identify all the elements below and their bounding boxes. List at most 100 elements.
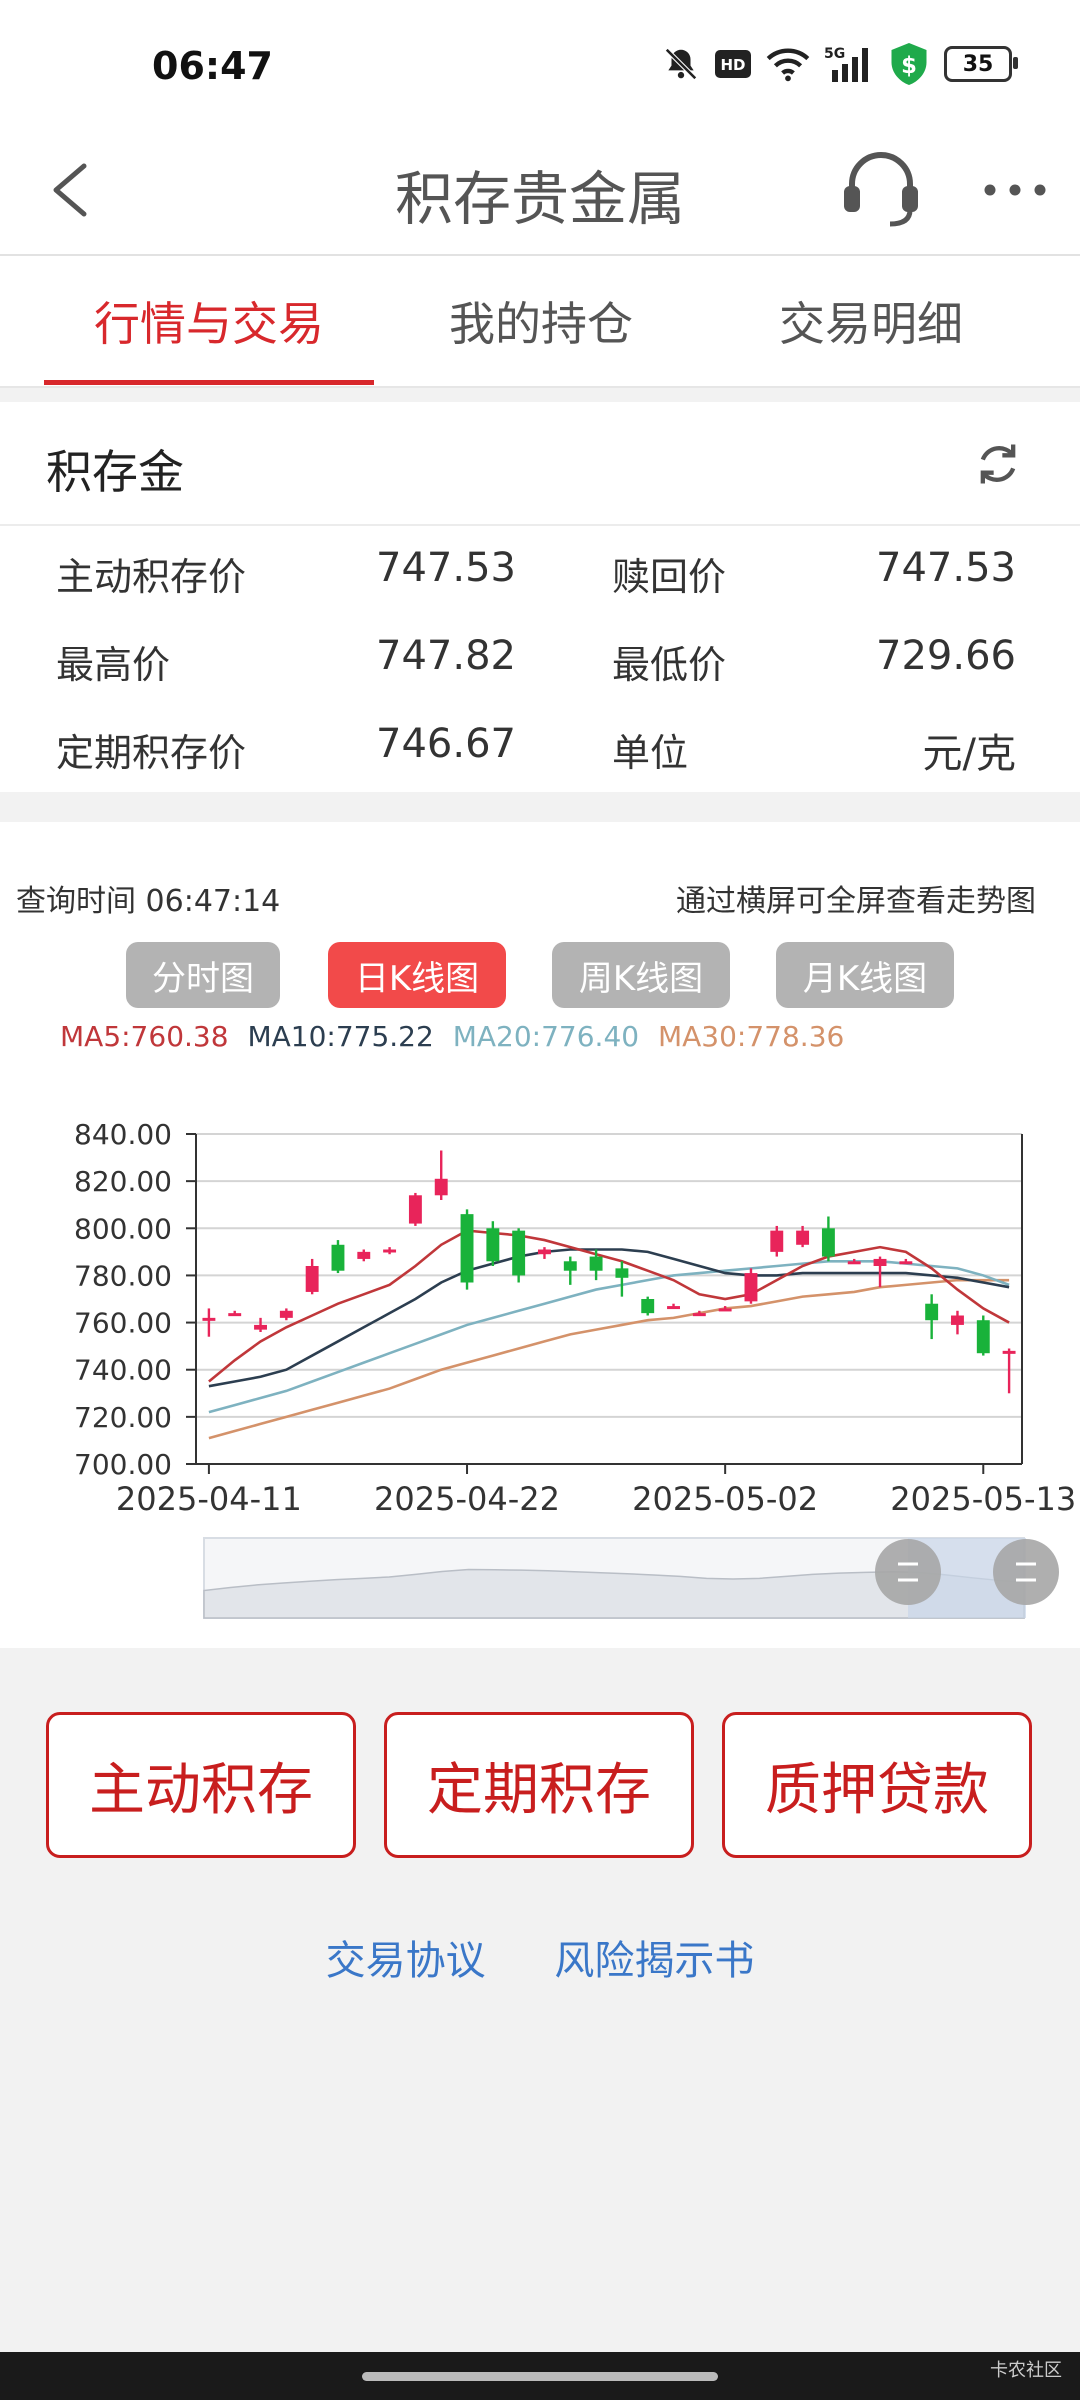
pledge-loan-button[interactable]: 质押贷款: [722, 1712, 1032, 1858]
navigation-bar: 积存贵金属: [0, 130, 1080, 256]
svg-text:$: $: [901, 53, 917, 79]
status-bar: 06:47 HD 5G $ 35: [0, 0, 1080, 130]
candle-body: [951, 1315, 964, 1325]
refresh-button[interactable]: [972, 438, 1024, 490]
y-tick-label: 740.00: [74, 1354, 172, 1387]
candle-body: [331, 1244, 345, 1271]
y-tick-label: 840.00: [74, 1118, 172, 1151]
ma10-line: [208, 1248, 1010, 1388]
y-tick-label: 720.00: [74, 1401, 172, 1434]
candle-body: [202, 1317, 216, 1321]
price-panel: 积存金 主动积存价 747.53 赎回价 747.53 最高价 747.82 最…: [0, 402, 1080, 792]
ma30-line: [208, 1278, 1010, 1440]
price-value: 747.53: [376, 545, 516, 591]
signal-5g-icon: 5G: [824, 44, 874, 84]
status-time: 06:47: [152, 44, 273, 88]
more-button[interactable]: [980, 170, 1050, 210]
candle-body: [279, 1310, 293, 1318]
more-dots-icon: [984, 184, 1046, 196]
price-row: 最高价 747.82 最低价 729.66: [0, 616, 1080, 696]
battery-icon: 35: [944, 46, 1018, 82]
active-deposit-button[interactable]: 主动积存: [46, 1712, 356, 1858]
price-value: 747.82: [376, 633, 516, 679]
candle-body: [512, 1230, 526, 1276]
price-value: 729.66: [876, 633, 1016, 679]
candle-body: [486, 1228, 500, 1262]
mute-bell-icon: [662, 45, 700, 83]
price-label: 最低价: [612, 643, 727, 687]
candle-body: [847, 1261, 861, 1265]
panel-header: 积存金: [0, 402, 1080, 526]
hd-label: HD: [720, 56, 745, 74]
x-tick-label: 2025-05-13: [890, 1480, 1076, 1518]
navigator-handle[interactable]: [993, 1539, 1059, 1605]
fixed-deposit-button[interactable]: 定期积存: [384, 1712, 694, 1858]
tab-bar: 行情与交易 我的持仓 交易明细: [0, 256, 1080, 388]
chart-card: 查询时间 06:47:14 通过横屏可全屏查看走势图 分时图 日K线图 周K线图…: [0, 822, 1080, 1648]
candle-body: [667, 1306, 680, 1310]
monthly-k-button[interactable]: 月K线图: [776, 942, 954, 1008]
price-value: 747.53: [876, 545, 1016, 591]
y-tick-label: 800.00: [74, 1212, 172, 1245]
ma10-label: MA10:775.22: [247, 1020, 434, 1053]
candle-body: [228, 1313, 242, 1317]
tab-trade-details[interactable]: 交易明细: [706, 288, 1036, 354]
x-tick-label: 2025-04-22: [374, 1480, 560, 1518]
candle-body: [821, 1228, 835, 1257]
candle-body: [692, 1313, 706, 1317]
candle-body: [357, 1251, 371, 1259]
ma5-label: MA5:760.38: [60, 1020, 229, 1053]
risk-disclosure-link[interactable]: 风险揭示书: [554, 1938, 754, 1984]
candle-body: [770, 1230, 784, 1252]
wifi-icon: [766, 46, 810, 82]
x-tick-label: 2025-04-11: [116, 1480, 302, 1518]
daily-k-line-chart[interactable]: 840.00 820.00 800.00 780.00 760.00 740.00 720.…: [0, 1082, 1080, 1642]
candle-body: [925, 1303, 939, 1321]
price-row: 主动积存价 747.53 赎回价 747.53: [0, 528, 1080, 608]
tab-my-holdings[interactable]: 我的持仓: [376, 288, 706, 354]
tab-market-trade[interactable]: 行情与交易: [44, 288, 374, 354]
price-label: 主动积存价: [56, 555, 247, 599]
candle-body: [563, 1261, 577, 1271]
ma20-line: [208, 1259, 1010, 1414]
headset-icon: [844, 152, 918, 227]
watermark: 卡农社区: [990, 2360, 1062, 2381]
weekly-k-button[interactable]: 周K线图: [552, 942, 730, 1008]
candle-body: [460, 1214, 474, 1283]
trade-agreement-link[interactable]: 交易协议: [326, 1938, 486, 1984]
candle-body: [796, 1230, 810, 1245]
candle-body: [899, 1261, 913, 1265]
security-shield-icon: $: [888, 41, 930, 87]
action-buttons: 主动积存 定期积存 质押贷款: [0, 1712, 1080, 1872]
panel-title: 积存金: [46, 445, 184, 499]
candle-body: [254, 1324, 267, 1330]
price-label: 单位: [612, 731, 689, 775]
ma-legend: MA5:760.38 MA10:775.22 MA20:776.40 MA30:…: [60, 1020, 854, 1053]
system-navigation-bar: 卡农社区: [0, 2352, 1080, 2400]
customer-service-button[interactable]: [838, 144, 924, 234]
refresh-icon: [980, 444, 1016, 484]
candle-body: [538, 1249, 551, 1255]
price-label: 最高价: [56, 643, 171, 687]
ma20-label: MA20:776.40: [452, 1020, 640, 1053]
hd-icon: HD: [714, 49, 752, 79]
candle-body: [434, 1178, 448, 1196]
daily-k-button[interactable]: 日K线图: [328, 942, 506, 1008]
status-icons: HD 5G $ 35: [662, 41, 1018, 87]
agreement-links: 交易协议 风险揭示书: [0, 1928, 1080, 1986]
timeshare-chart-button[interactable]: 分时图: [126, 942, 280, 1008]
candle-body: [976, 1320, 990, 1354]
price-label: 赎回价: [612, 555, 727, 599]
active-tab-indicator: [44, 380, 374, 385]
candle-body: [718, 1308, 732, 1312]
y-tick-label: 700.00: [74, 1448, 172, 1481]
candle-body: [408, 1195, 422, 1224]
y-tick-label: 820.00: [74, 1165, 172, 1198]
price-label: 定期积存价: [56, 731, 247, 775]
navigator-handle[interactable]: [875, 1539, 941, 1605]
candle-body: [589, 1256, 603, 1271]
home-indicator[interactable]: [362, 2372, 718, 2381]
x-tick-label: 2025-05-02: [632, 1480, 818, 1518]
ma30-label: MA30:778.36: [657, 1020, 845, 1053]
candle-body: [873, 1258, 887, 1266]
